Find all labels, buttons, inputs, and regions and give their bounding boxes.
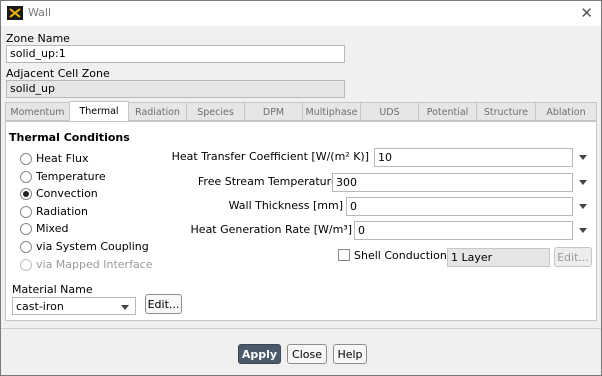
material-name-value: cast-iron [16,300,64,313]
radio-convection-label: Convection [36,187,98,200]
heat-generation-rate-dropdown-icon[interactable] [579,225,589,235]
material-name-select[interactable]: cast-iron [12,297,136,315]
heat-transfer-coefficient-input[interactable]: 10 [374,148,573,167]
adjacent-cell-zone-field: solid_up [6,80,345,98]
thermal-conditions-title: Thermal Conditions [9,131,130,144]
free-stream-temperature-input[interactable]: 300 [332,173,573,192]
shell-layers-field: 1 Layer [447,248,550,267]
shell-conduction-checkbox[interactable] [338,249,350,261]
window-title: Wall [28,6,52,19]
apply-button[interactable]: Apply [238,344,281,364]
material-edit-button[interactable]: Edit... [145,294,182,314]
radio-mapped-interface [20,259,32,271]
tab-multiphase[interactable]: Multiphase [302,102,361,121]
shell-conduction-label: Shell Conduction [354,249,447,262]
tab-uds[interactable]: UDS [360,102,419,121]
radio-temperature[interactable] [20,171,32,183]
tab-bar: Momentum Thermal Radiation Species DPM M… [5,101,597,122]
radio-heat-flux-label: Heat Flux [36,152,89,165]
close-icon[interactable]: ✕ [580,4,593,22]
tab-structure[interactable]: Structure [476,102,536,121]
help-button[interactable]: Help [333,344,367,364]
tab-species[interactable]: Species [186,102,245,121]
radio-temperature-label: Temperature [36,170,106,183]
tab-ablation[interactable]: Ablation [535,102,597,121]
shell-edit-button[interactable]: Edit... [554,247,592,267]
free-stream-temperature-dropdown-icon[interactable] [579,177,589,187]
title-bar: Wall ✕ [1,1,601,26]
tab-momentum[interactable]: Momentum [5,102,70,121]
zone-name-input[interactable]: solid_up:1 [6,45,345,63]
heat-generation-rate-label: Heat Generation Rate [W/m³] [190,223,352,236]
adjacent-cell-zone-label: Adjacent Cell Zone [6,67,110,80]
footer-divider [1,328,601,329]
app-logo-icon [7,6,23,20]
radio-system-coupling-label: via System Coupling [36,240,149,253]
wall-thickness-dropdown-icon[interactable] [579,201,589,211]
radio-radiation-label: Radiation [36,205,88,218]
chevron-down-icon [121,305,129,310]
radio-heat-flux[interactable] [20,153,32,165]
radio-system-coupling[interactable] [20,241,32,253]
wall-thickness-input[interactable]: 0 [346,197,573,216]
tab-radiation[interactable]: Radiation [128,102,187,121]
close-button[interactable]: Close [287,344,327,364]
heat-transfer-coefficient-label: Heat Transfer Coefficient [W/(m² K)] [171,150,369,163]
radio-mixed-label: Mixed [36,222,69,235]
tab-dpm[interactable]: DPM [244,102,303,121]
tab-thermal[interactable]: Thermal [69,101,129,122]
zone-name-label: Zone Name [6,32,70,45]
wall-thickness-label: Wall Thickness [mm] [228,199,343,212]
radio-mixed[interactable] [20,223,32,235]
heat-generation-rate-input[interactable]: 0 [354,221,573,240]
wall-dialog: Wall ✕ Zone Name solid_up:1 Adjacent Cel… [0,0,602,376]
heat-transfer-coefficient-dropdown-icon[interactable] [579,152,589,162]
tab-potential[interactable]: Potential [418,102,477,121]
material-name-label: Material Name [12,283,93,296]
radio-mapped-interface-label: via Mapped Interface [36,258,153,271]
radio-convection[interactable] [20,188,32,200]
radio-radiation[interactable] [20,206,32,218]
